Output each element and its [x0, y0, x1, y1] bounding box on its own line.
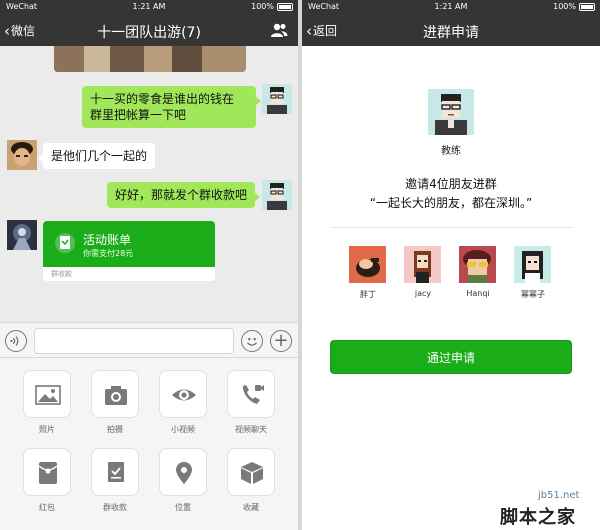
panel-label: 位置 — [175, 503, 191, 512]
approve-button[interactable]: 通过申请 — [330, 340, 572, 374]
payment-card-title: 活动账单 — [83, 233, 132, 247]
chat-navbar: ‹ 微信 十一团队出游(7) — [0, 14, 298, 46]
panel-label: 小视频 — [171, 425, 195, 434]
my-avatar[interactable] — [262, 84, 292, 114]
friend-name: Hanqi — [466, 289, 490, 298]
page-title: 进群申请 — [423, 25, 479, 41]
friend-avatar[interactable] — [7, 140, 37, 170]
eye-icon — [172, 389, 196, 401]
bill-document-icon — [55, 233, 75, 253]
watermark-brand: 脚本之家 — [500, 507, 576, 528]
plus-icon[interactable]: + — [270, 330, 292, 352]
red-packet-button[interactable] — [23, 448, 71, 496]
message-bubble-received[interactable]: 是他们几个一起的 — [37, 143, 156, 169]
red-packet-icon — [38, 462, 58, 484]
video-call-icon — [242, 385, 264, 404]
panel-label: 视频聊天 — [235, 425, 267, 434]
panel-label: 红包 — [39, 503, 55, 512]
location-icon — [176, 462, 192, 484]
message-text: 群里把帐算一下吧 — [90, 108, 187, 122]
friend-name: jacy — [414, 289, 432, 298]
panel-label: 群收款 — [103, 503, 127, 512]
payment-card-footer: 群收款 — [51, 270, 72, 278]
message-bubble-sent[interactable]: 好好，那就发个群收款吧 — [107, 182, 261, 208]
feature-panel: 照片 拍摄 小视频 视频聊天 红包 群收款 位置 收藏 — [0, 358, 298, 530]
voice-icon[interactable] — [5, 330, 27, 352]
group-name: “一起长大的朋友，都在深圳。” — [369, 196, 533, 210]
group-members-icon[interactable] — [270, 22, 288, 38]
inviter-name: 教练 — [441, 146, 461, 157]
favorites-button[interactable] — [227, 448, 275, 496]
divider-line — [330, 227, 572, 228]
camera-button[interactable] — [91, 370, 139, 418]
message-bubble-sent[interactable]: 十一买的零食是谁出的钱在 群里把帐算一下吧 — [82, 86, 261, 128]
battery-percent: 100% — [251, 2, 274, 11]
group-payment-button[interactable] — [91, 448, 139, 496]
short-video-button[interactable] — [159, 370, 207, 418]
sender-avatar[interactable] — [7, 220, 37, 250]
group-payment-card[interactable]: 活动账单 你需支付28元 群收款 — [43, 221, 215, 281]
message-text: 十一买的零食是谁出的钱在 — [90, 92, 235, 106]
join-request-screen: WeChat 1:21 AM 100% ‹ 返回 进群申请 教练 邀请4位朋友进… — [302, 0, 600, 530]
friend-avatar[interactable] — [349, 246, 386, 283]
my-avatar[interactable] — [262, 180, 292, 210]
battery-icon — [277, 3, 293, 11]
friend-avatar[interactable] — [404, 246, 441, 283]
location-button[interactable] — [159, 448, 207, 496]
message-text: 好好，那就发个群收款吧 — [115, 188, 248, 202]
photo-icon — [35, 385, 61, 405]
request-navbar: ‹ 返回 进群申请 — [302, 14, 600, 46]
photo-button[interactable] — [23, 370, 71, 418]
group-payment-icon — [108, 462, 124, 482]
video-call-button[interactable] — [227, 370, 275, 418]
panel-label: 收藏 — [243, 503, 259, 512]
invite-text: 邀请4位朋友进群 — [405, 177, 497, 191]
chat-screen: WeChat 1:21 AM 100% ‹ 微信 十一团队出游(7) 十一买的零… — [0, 0, 298, 530]
panel-label: 照片 — [39, 425, 55, 434]
favorites-box-icon — [241, 462, 263, 484]
status-bar: WeChat 1:21 AM 100% — [302, 0, 600, 14]
message-input[interactable] — [34, 328, 234, 354]
battery-icon — [579, 3, 595, 11]
friend-name: 胖丁 — [360, 290, 376, 299]
friend-avatar[interactable] — [514, 246, 551, 283]
watermark-site: jb51.net — [538, 490, 580, 501]
message-text: 是他们几个一起的 — [51, 149, 148, 163]
panel-label: 拍摄 — [107, 425, 123, 434]
friend-avatar[interactable] — [459, 246, 496, 283]
payment-card-amount: 你需支付28元 — [83, 249, 134, 258]
camera-icon — [105, 386, 127, 405]
battery-percent: 100% — [553, 2, 576, 11]
friend-name: 幂幂子 — [521, 290, 545, 299]
inviter-avatar[interactable] — [428, 89, 474, 135]
emoji-icon[interactable] — [241, 330, 263, 352]
shared-photo[interactable] — [54, 46, 246, 72]
chat-title: 十一团队出游(7) — [97, 25, 201, 41]
status-bar: WeChat 1:21 AM 100% — [0, 0, 298, 14]
input-bar: + — [0, 322, 298, 358]
